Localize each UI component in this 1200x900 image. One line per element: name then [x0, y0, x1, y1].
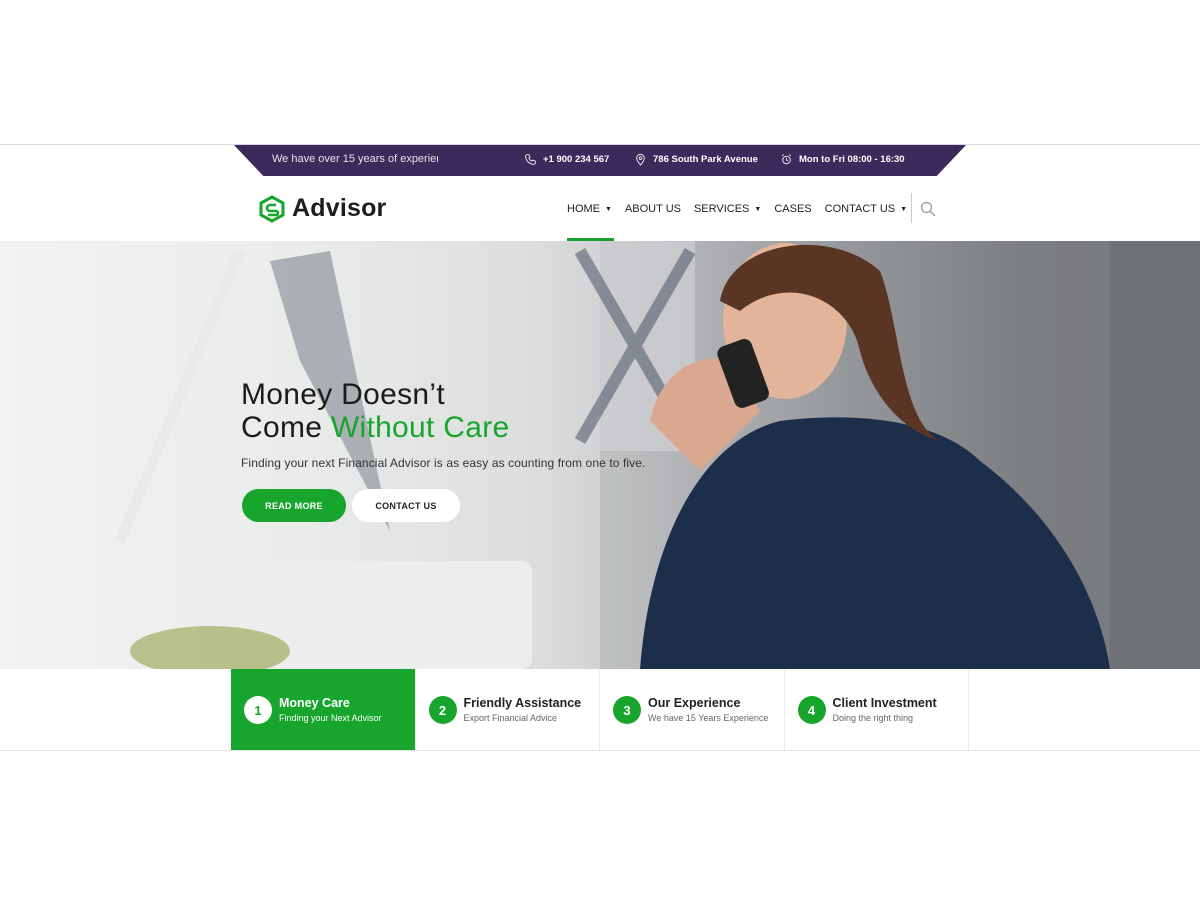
hero-title-prefix: Come [241, 411, 331, 444]
section-divider [0, 750, 1200, 751]
feature-subtitle: Finding your Next Advisor [279, 713, 382, 723]
experience-message: We have over 15 years of experience [272, 153, 438, 165]
feature-steps: 1 Money Care Finding your Next Advisor 2… [231, 669, 969, 750]
nav-divider [911, 193, 912, 223]
feature-title: Our Experience [648, 696, 741, 710]
feature-subtitle: Export Financial Advice [463, 713, 558, 723]
nav-about-us[interactable]: ABOUT US [625, 203, 681, 215]
address-text: 786 South Park Avenue [653, 154, 758, 165]
feature-title: Friendly Assistance [463, 696, 582, 710]
nav-home[interactable]: HOME ▼ [567, 203, 612, 215]
caret-down-icon: ▼ [754, 205, 762, 213]
nav-cases-label: CASES [774, 203, 812, 215]
nav-contact-label: CONTACT US [824, 203, 896, 215]
hero-title-line1: Money Doesn’t [241, 378, 445, 411]
nav-cases[interactable]: CASES [774, 203, 811, 215]
feature-item[interactable]: 2 Friendly Assistance Export Financial A… [415, 669, 600, 750]
hero-photo [115, 241, 1200, 669]
nav-about-label: ABOUT US [624, 203, 681, 215]
search-button[interactable] [920, 201, 936, 222]
caret-down-icon: ▼ [900, 205, 908, 213]
feature-title: Client Investment [832, 696, 937, 710]
step-number: 4 [797, 696, 826, 724]
hours-text: Mon to Fri 08:00 - 16:30 [799, 154, 905, 165]
nav-home-label: HOME [567, 203, 600, 215]
logo[interactable]: Advisor [258, 194, 386, 223]
nav-services[interactable]: SERVICES ▼ [694, 203, 761, 215]
feature-subtitle: We have 15 Years Experience [648, 713, 769, 723]
phone-icon [525, 154, 536, 165]
step-number: 1 [244, 696, 272, 724]
logo-text: Advisor [292, 194, 387, 222]
nav-services-label: SERVICES [693, 203, 750, 215]
advisor-logo-icon [259, 194, 285, 223]
feature-subtitle: Doing the right thing [832, 713, 914, 723]
phone-number: +1 900 234 567 [543, 154, 610, 165]
hero-banner: Money Doesn’t Come Without Care Finding … [0, 241, 1200, 669]
hero-subtitle: Finding your next Financial Advisor is a… [241, 456, 646, 470]
nav-contact-us[interactable]: CONTACT US ▼ [825, 203, 907, 215]
hero-title-highlight: Without Care [330, 411, 510, 444]
feature-title: Money Care [279, 696, 350, 710]
hours-info: Mon to Fri 08:00 - 16:30 [780, 153, 905, 166]
map-pin-icon [636, 153, 645, 166]
feature-item[interactable]: 3 Our Experience We have 15 Years Experi… [600, 669, 785, 750]
address-info: 786 South Park Avenue [634, 153, 758, 166]
search-icon [920, 201, 936, 217]
phone-info[interactable]: +1 900 234 567 [524, 153, 609, 166]
hero-title-line2: Come Without Care [241, 411, 510, 444]
step-number: 3 [613, 696, 641, 724]
contact-us-button[interactable]: CONTACT US [352, 489, 460, 522]
top-info-bar: We have over 15 years of experience +1 9… [234, 145, 966, 176]
caret-down-icon: ▼ [605, 205, 612, 213]
main-nav: HOME ▼ ABOUT US SERVICES ▼ CASES CONTACT U… [567, 203, 907, 215]
step-number: 2 [428, 696, 457, 724]
site-header: Advisor HOME ▼ ABOUT US SERVICES ▼ CASES C… [0, 176, 1200, 241]
feature-item[interactable]: 4 Client Investment Doing the right thin… [784, 669, 969, 750]
read-more-button[interactable]: READ MORE [242, 489, 346, 522]
hero-title: Money Doesn’t Come Without Care [241, 378, 510, 444]
feature-item[interactable]: 1 Money Care Finding your Next Advisor [231, 669, 416, 750]
alarm-clock-icon [781, 154, 792, 165]
